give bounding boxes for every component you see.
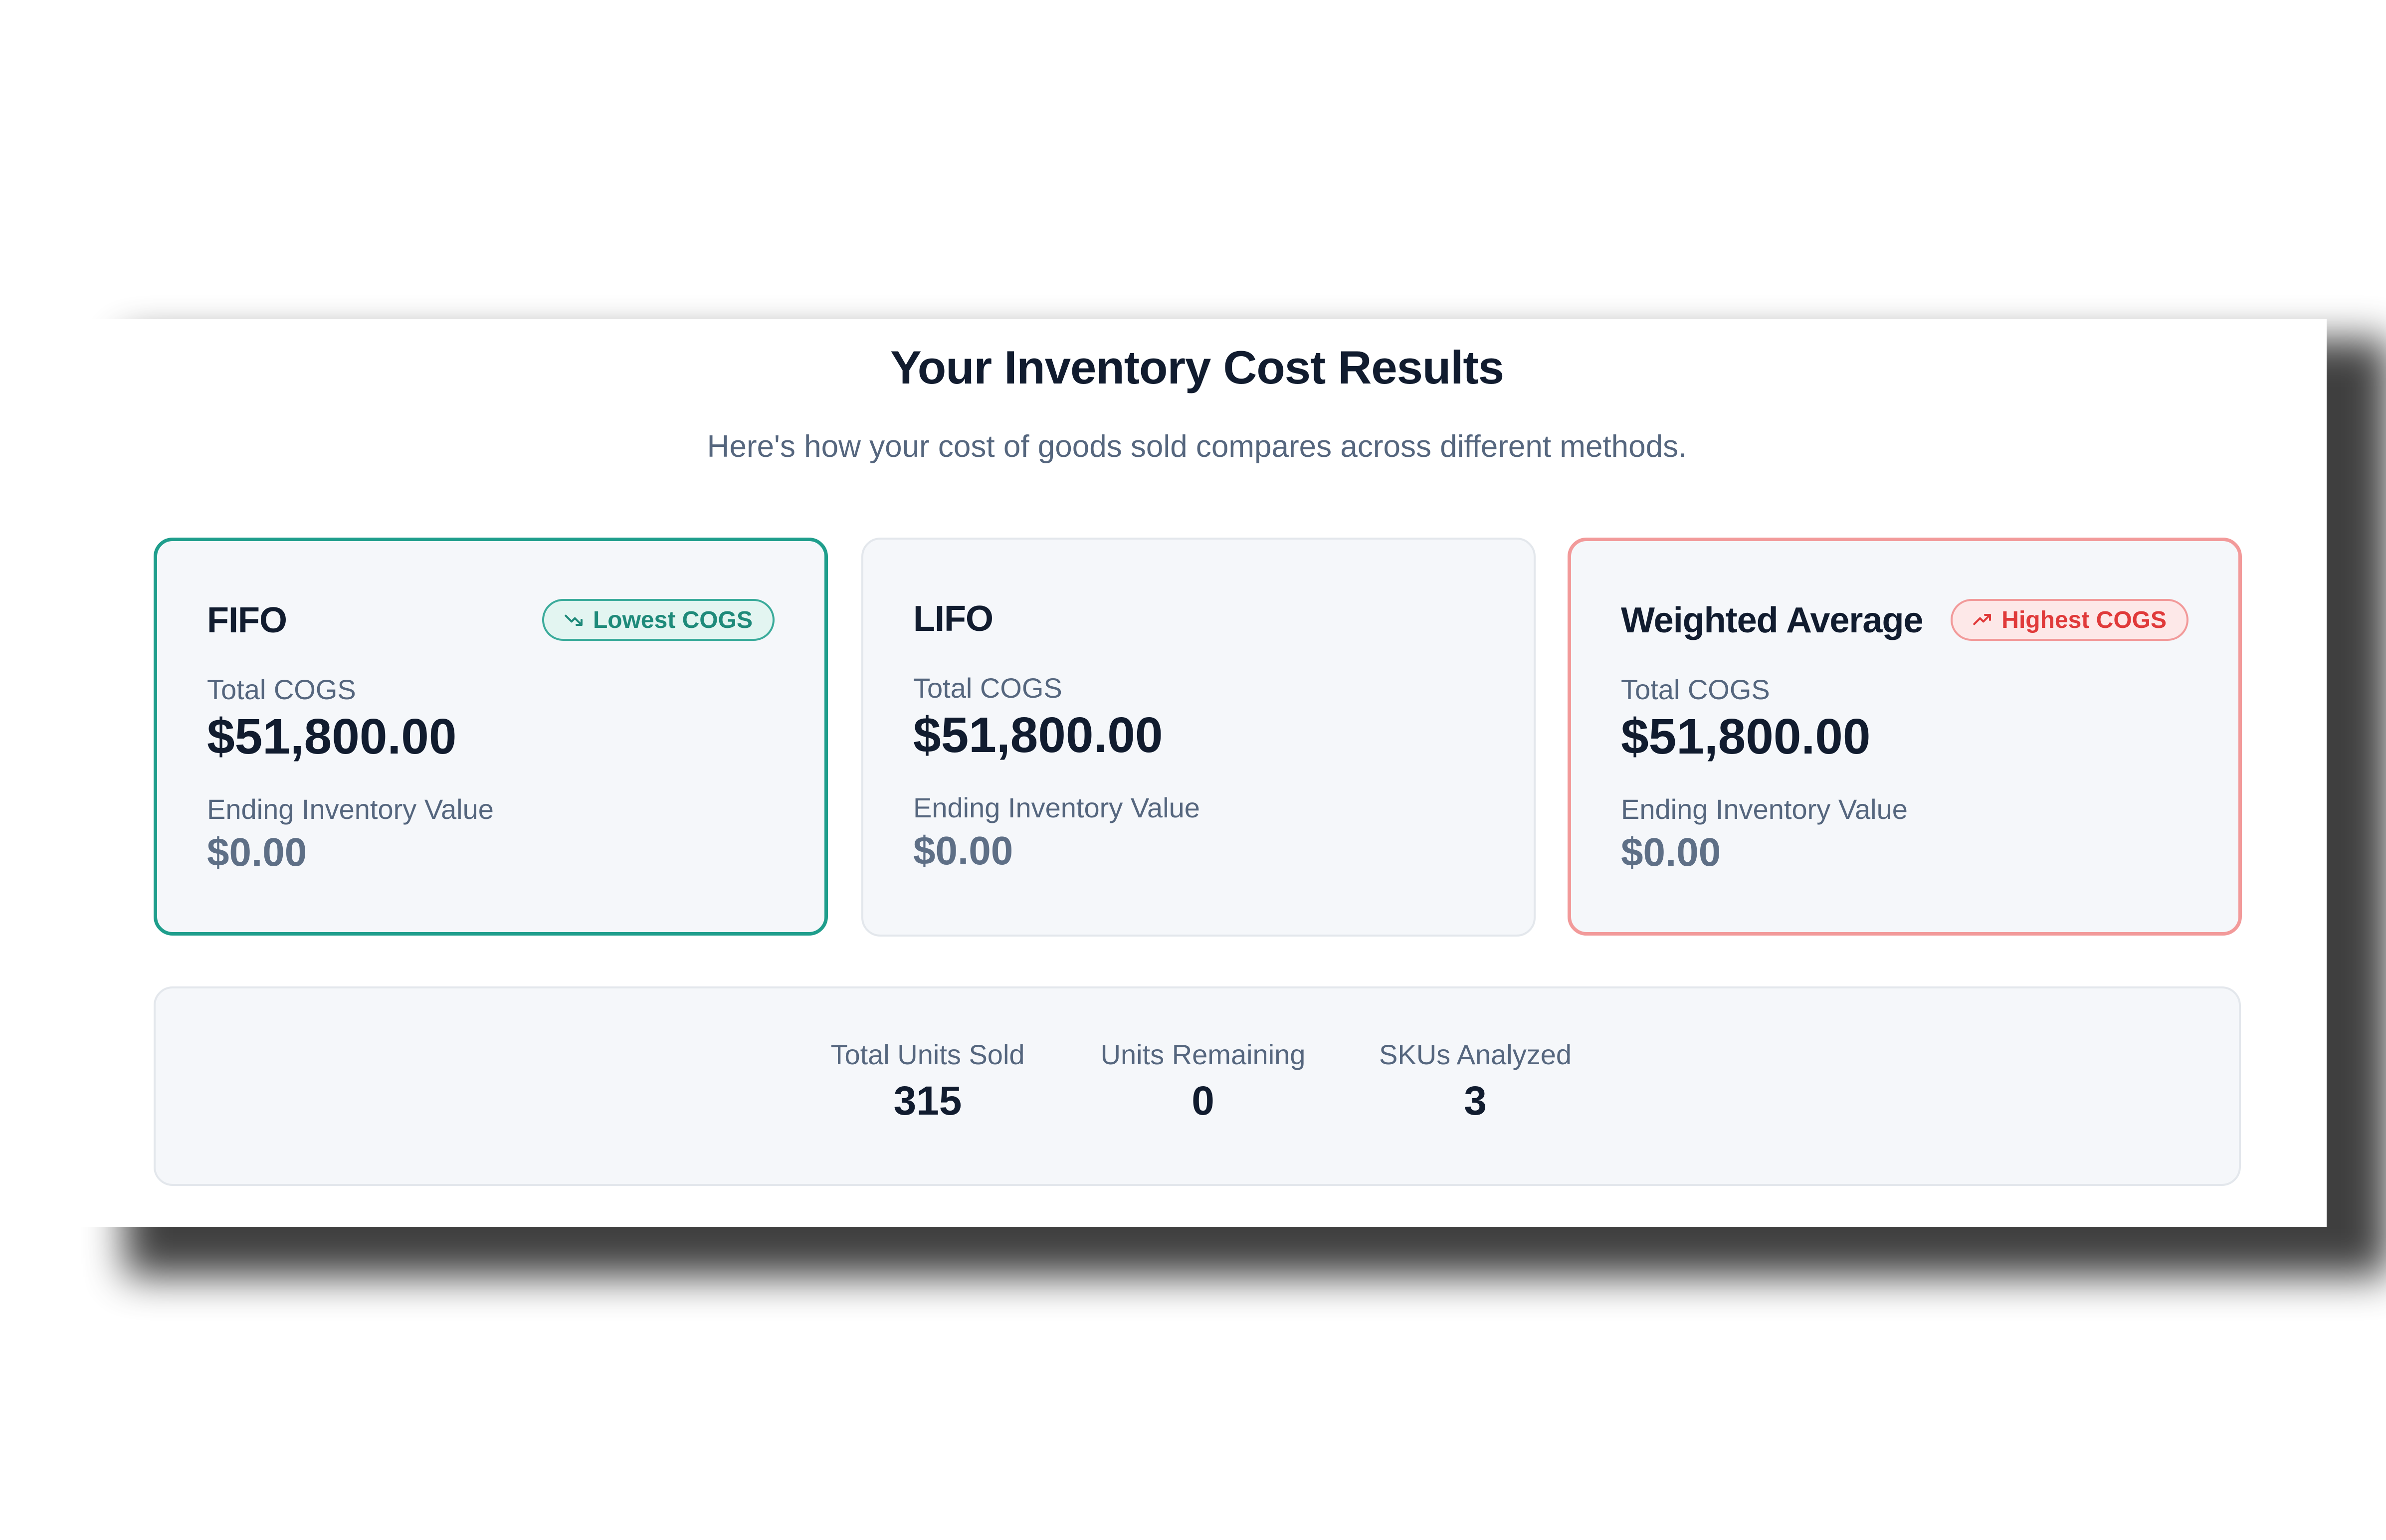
badge-label: Lowest COGS (593, 606, 753, 633)
total-cogs-value: $51,800.00 (1621, 709, 1871, 765)
total-cogs-value: $51,800.00 (913, 707, 1163, 763)
card-title: LIFO (913, 599, 994, 639)
weighted-average-card: Weighted Average Highest COGS Total COGS… (1568, 538, 2242, 936)
highest-cogs-badge: Highest COGS (1951, 599, 2188, 641)
ending-inventory-value: $0.00 (913, 828, 1013, 873)
summary-stats-bar: Total Units Sold 315 Units Remaining 0 S… (154, 986, 2241, 1186)
ending-inventory-value: $0.00 (207, 830, 307, 874)
stat-label: Total Units Sold (830, 1039, 1025, 1070)
ending-inventory-value: $0.00 (1621, 830, 1721, 874)
stat-units-remaining: Units Remaining 0 (1101, 1038, 1306, 1125)
stat-label: Units Remaining (1100, 1039, 1306, 1070)
total-cogs-label: Total COGS (1621, 674, 1770, 705)
lifo-card: LIFO Total COGS $51,800.00 Ending Invent… (861, 538, 1536, 937)
stat-value: 0 (1192, 1078, 1214, 1124)
stat-skus-analyzed: SKUs Analyzed 3 (1379, 1038, 1572, 1125)
stat-value: 315 (893, 1078, 962, 1124)
page-subtitle: Here's how your cost of goods sold compa… (707, 429, 1687, 464)
card-title: FIFO (207, 600, 287, 640)
trending-up-icon (1973, 614, 1991, 625)
trending-down-icon (565, 614, 583, 626)
total-cogs-label: Total COGS (207, 674, 356, 705)
ending-inventory-label: Ending Inventory Value (207, 793, 494, 825)
total-cogs-label: Total COGS (913, 672, 1062, 704)
badge-label: Highest COGS (2001, 606, 2167, 633)
stat-total-units-sold: Total Units Sold 315 (830, 1038, 1024, 1125)
page-title: Your Inventory Cost Results (890, 341, 1504, 393)
stat-label: SKUs Analyzed (1379, 1039, 1572, 1070)
screenshot-canvas: Your Inventory Cost Results Here's how y… (0, 0, 2386, 1540)
fifo-card: FIFO Lowest COGS Total COGS $51,800.00 E… (154, 538, 828, 936)
lowest-cogs-badge: Lowest COGS (542, 599, 775, 641)
card-title: Weighted Average (1621, 600, 1923, 640)
total-cogs-value: $51,800.00 (207, 709, 457, 765)
ending-inventory-label: Ending Inventory Value (913, 792, 1200, 823)
stat-value: 3 (1464, 1078, 1487, 1124)
ending-inventory-label: Ending Inventory Value (1621, 793, 1908, 825)
